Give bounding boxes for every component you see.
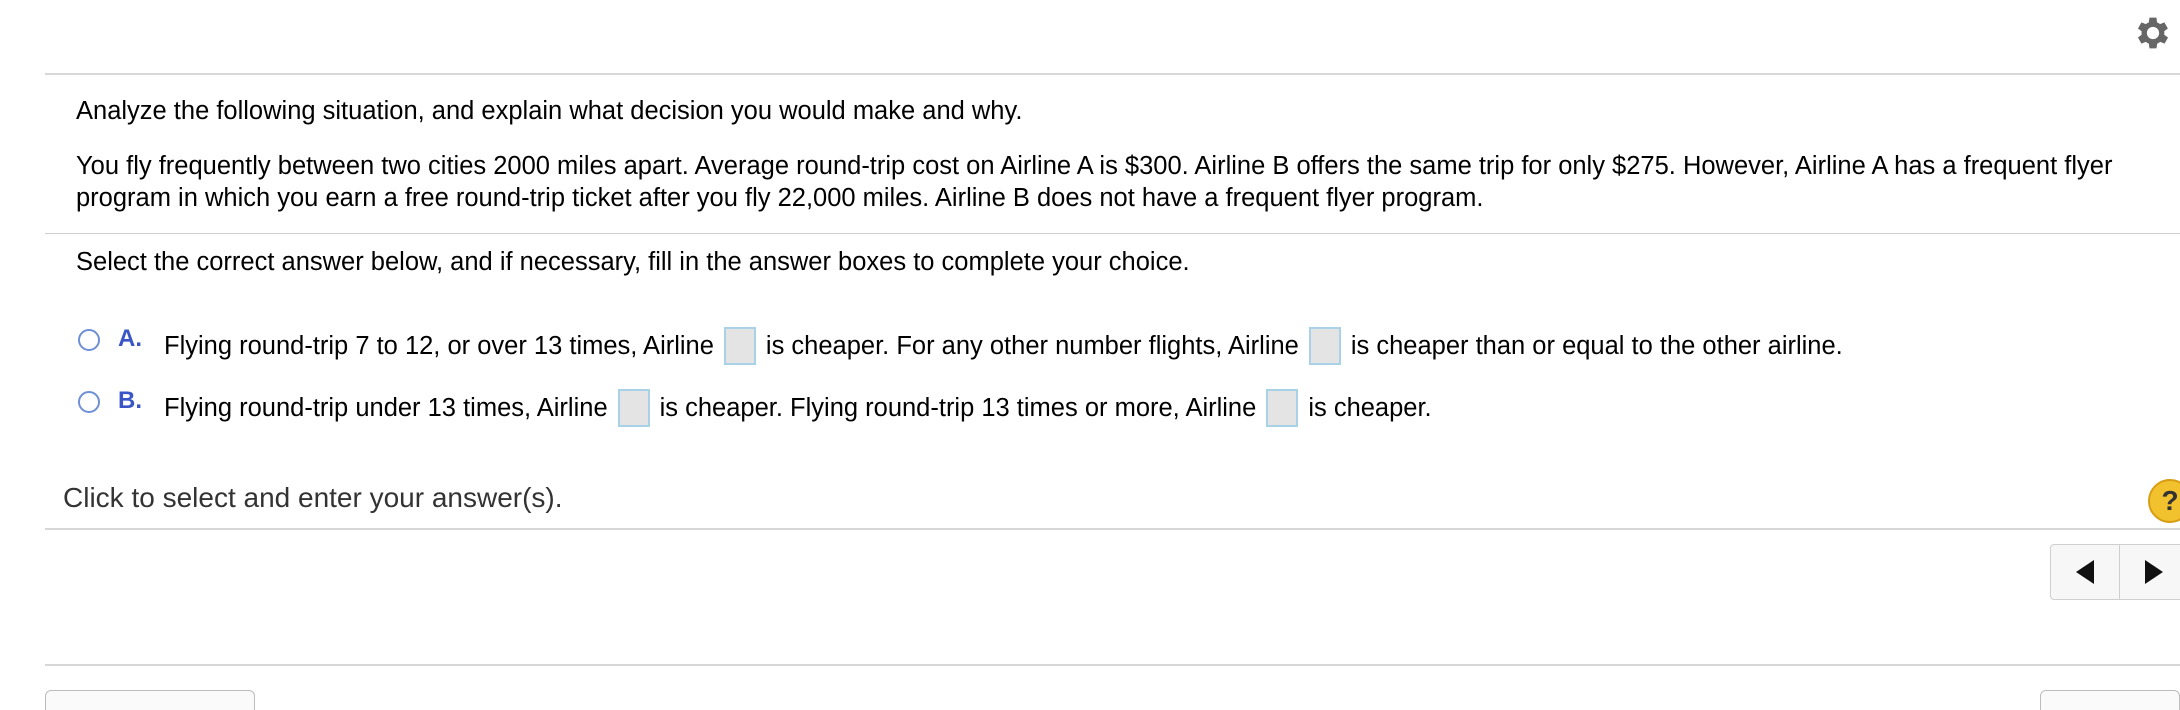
choice-b-text-1: Flying round-trip under 13 times, Airlin…	[164, 393, 608, 422]
choice-a-text-1: Flying round-trip 7 to 12, or over 13 ti…	[164, 331, 714, 360]
arrow-right-icon	[2145, 560, 2163, 584]
problem-statement: You fly frequently between two cities 20…	[76, 150, 2176, 214]
radio-button-b[interactable]	[78, 391, 100, 413]
answer-box-b2[interactable]	[1266, 389, 1299, 427]
choice-b-text-2: is cheaper. Flying round-trip 13 times o…	[659, 393, 1257, 422]
top-divider	[45, 73, 2180, 75]
bottom-right-button[interactable]	[2040, 690, 2180, 710]
status-message: Click to select and enter your answer(s)…	[63, 482, 563, 513]
next-button[interactable]	[2120, 545, 2180, 599]
gear-icon[interactable]	[2132, 12, 2174, 54]
problem-line-2: program in which you earn a free round-t…	[76, 184, 1484, 212]
answer-box-a2[interactable]	[1308, 327, 1341, 365]
status-divider	[45, 528, 2180, 530]
choice-a-text-2: is cheaper. For any other number flights…	[765, 331, 1299, 360]
help-button[interactable]: ?	[2148, 479, 2180, 523]
choice-a[interactable]: A. Flying round-trip 7 to 12, or over 13…	[78, 324, 1843, 368]
choice-letter-a: A.	[118, 325, 142, 352]
radio-button-a[interactable]	[78, 329, 100, 351]
question-nav	[2050, 544, 2180, 600]
arrow-left-icon	[2076, 560, 2094, 584]
choice-letter-b: B.	[118, 387, 142, 414]
answer-box-b1[interactable]	[617, 389, 650, 427]
previous-button[interactable]	[2051, 545, 2119, 599]
answer-box-a1[interactable]	[723, 327, 756, 365]
bottom-divider	[45, 664, 2180, 666]
problem-line-1: You fly frequently between two cities 20…	[76, 152, 2113, 180]
bottom-left-button[interactable]	[45, 690, 255, 710]
choice-b-text-3: is cheaper.	[1308, 393, 1432, 422]
select-prompt: Select the correct answer below, and if …	[76, 248, 1190, 276]
problem-divider	[45, 233, 2180, 234]
choice-b[interactable]: B. Flying round-trip under 13 times, Air…	[78, 386, 1432, 430]
choice-a-text-3: is cheaper than or equal to the other ai…	[1350, 331, 1843, 360]
instruction-text: Analyze the following situation, and exp…	[76, 97, 1023, 125]
question-page: Analyze the following situation, and exp…	[0, 0, 2180, 710]
